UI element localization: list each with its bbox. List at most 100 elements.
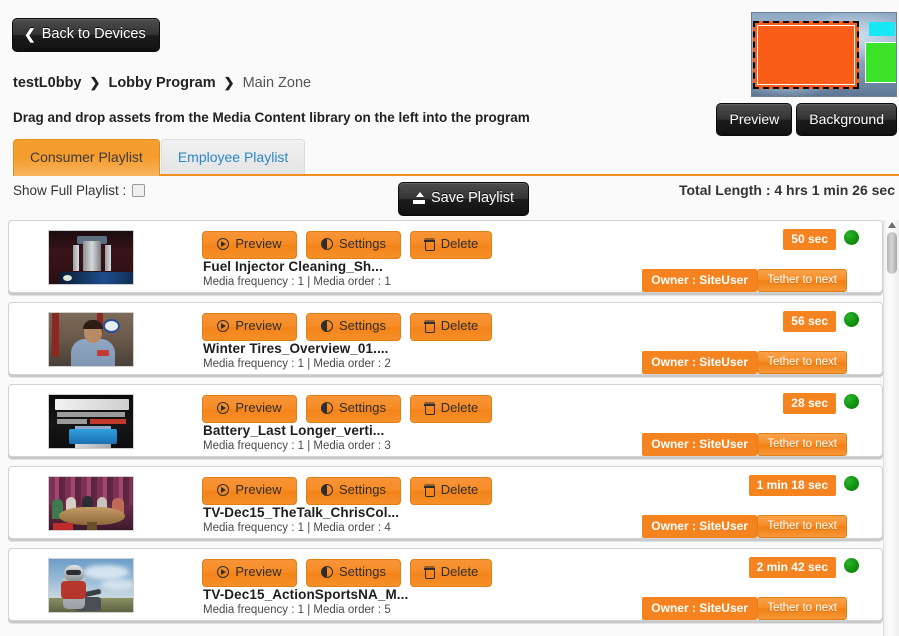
trash-icon <box>423 402 436 416</box>
item-owner-badge: Owner : SiteUser <box>642 515 757 538</box>
preview-panel-buttons: Preview Background <box>716 103 897 136</box>
item-status-indicator <box>844 476 859 491</box>
item-title: TV-Dec15_TheTalk_ChrisCol... <box>203 505 400 520</box>
item-settings-label: Settings <box>339 236 386 251</box>
item-settings-button[interactable]: Settings <box>306 559 401 587</box>
zone-main-selected[interactable] <box>753 21 859 89</box>
tab-consumer-playlist[interactable]: Consumer Playlist <box>13 139 160 176</box>
item-meta: Media frequency : 1 | Media order : 5 <box>203 604 391 616</box>
item-tether-button[interactable]: Tether to next <box>757 433 847 456</box>
trash-icon <box>423 484 436 498</box>
item-delete-button[interactable]: Delete <box>410 477 492 505</box>
contrast-icon <box>321 320 333 333</box>
zone-top-right[interactable] <box>869 22 895 36</box>
playlist-item[interactable]: Preview Settings Delete TV-Dec15_TheTalk_Ch… <box>8 466 883 539</box>
instructions-text: Drag and drop assets from the Media Cont… <box>13 110 530 125</box>
zone-bottom-right[interactable] <box>865 42 896 83</box>
playlist-tabs: Consumer Playlist Employee Playlist <box>13 139 306 176</box>
item-title: Battery_Last Longer_verti... <box>203 423 385 438</box>
item-settings-button[interactable]: Settings <box>306 231 401 259</box>
back-to-devices-button[interactable]: ❮ Back to Devices <box>12 18 160 52</box>
item-meta: Media frequency : 1 | Media order : 3 <box>203 440 391 452</box>
item-preview-button[interactable]: Preview <box>202 559 297 587</box>
play-icon <box>217 484 230 497</box>
total-length-text: Total Length : 4 hrs 1 min 26 sec <box>678 182 895 198</box>
item-delete-label: Delete <box>440 564 479 579</box>
play-icon <box>217 238 230 251</box>
show-full-playlist-checkbox[interactable] <box>132 184 146 197</box>
item-preview-button[interactable]: Preview <box>202 477 297 505</box>
item-owner-badge: Owner : SiteUser <box>642 597 757 620</box>
item-duration-badge: 2 min 42 sec <box>748 557 836 578</box>
item-owner-badge: Owner : SiteUser <box>642 433 757 456</box>
breadcrumb-program[interactable]: Lobby Program <box>108 75 215 91</box>
winter-tires-thumbnail <box>48 312 134 367</box>
item-tether-button[interactable]: Tether to next <box>757 597 847 620</box>
breadcrumb-zone: Main Zone <box>242 75 312 91</box>
zone-layout-canvas[interactable] <box>751 12 897 97</box>
preview-button[interactable]: Preview <box>716 103 793 136</box>
item-owner-badge: Owner : SiteUser <box>642 351 757 374</box>
item-duration-badge: 28 sec <box>783 393 836 414</box>
item-preview-button[interactable]: Preview <box>202 395 297 423</box>
item-tether-button[interactable]: Tether to next <box>757 351 847 374</box>
item-preview-label: Preview <box>235 482 282 497</box>
item-delete-button[interactable]: Delete <box>410 313 492 341</box>
item-preview-label: Preview <box>235 564 282 579</box>
playlist-item[interactable]: Preview Settings Delete Winter Tires_Overvi… <box>8 302 883 375</box>
zone-preview-panel: Preview Background <box>716 12 897 136</box>
breadcrumb: testL0bby ❯ Lobby Program ❯ Main Zone <box>13 75 311 91</box>
item-title: TV-Dec15_ActionSportsNA_M... <box>203 587 409 602</box>
background-button-label: Background <box>809 111 884 127</box>
playlist-scroll-area[interactable]: Preview Settings Delete Fuel Injector Clean… <box>8 220 899 636</box>
item-delete-label: Delete <box>440 318 479 333</box>
playlist-scrollbar[interactable] <box>883 220 899 636</box>
chevron-left-icon: ❮ <box>24 26 36 43</box>
item-settings-label: Settings <box>339 400 386 415</box>
row-action-buttons: Preview Settings Delete <box>202 395 492 423</box>
item-settings-button[interactable]: Settings <box>306 313 401 341</box>
background-button[interactable]: Background <box>796 103 897 136</box>
item-settings-button[interactable]: Settings <box>306 477 401 505</box>
item-settings-button[interactable]: Settings <box>306 395 401 423</box>
item-tether-button[interactable]: Tether to next <box>757 269 847 292</box>
item-delete-label: Delete <box>440 400 479 415</box>
play-icon <box>217 320 230 333</box>
item-status-indicator <box>844 558 859 573</box>
item-preview-label: Preview <box>235 318 282 333</box>
save-playlist-label: Save Playlist <box>431 190 515 206</box>
scrollbar-thumb[interactable] <box>887 232 897 274</box>
scroll-up-arrow-icon[interactable] <box>888 222 896 228</box>
item-duration-badge: 56 sec <box>783 311 836 332</box>
item-preview-label: Preview <box>235 236 282 251</box>
item-settings-label: Settings <box>339 482 386 497</box>
contrast-icon <box>321 566 333 579</box>
item-duration-badge: 1 min 18 sec <box>748 475 836 496</box>
item-delete-button[interactable]: Delete <box>410 559 492 587</box>
preview-button-label: Preview <box>729 111 780 127</box>
playlist-item[interactable]: Preview Settings Delete Fuel Injector Clean… <box>8 220 883 293</box>
playlist-item[interactable]: Preview Settings Delete Battery_Last Longer… <box>8 384 883 457</box>
row-action-buttons: Preview Settings Delete <box>202 477 492 505</box>
playlist-item[interactable]: Preview Settings Delete TV-Dec15_ActionSpor… <box>8 548 883 621</box>
item-preview-button[interactable]: Preview <box>202 313 297 341</box>
item-tether-button[interactable]: Tether to next <box>757 515 847 538</box>
breadcrumb-device[interactable]: testL0bby <box>13 75 82 91</box>
save-playlist-button[interactable]: Save Playlist <box>398 182 530 216</box>
item-status-indicator <box>844 312 859 327</box>
item-preview-button[interactable]: Preview <box>202 231 297 259</box>
contrast-icon <box>321 238 333 251</box>
row-action-buttons: Preview Settings Delete <box>202 559 492 587</box>
item-meta: Media frequency : 1 | Media order : 1 <box>203 276 391 288</box>
show-full-playlist-row: Show Full Playlist : <box>13 183 146 198</box>
show-full-playlist-label: Show Full Playlist : <box>13 183 127 198</box>
play-icon <box>217 402 230 415</box>
item-delete-button[interactable]: Delete <box>410 395 492 423</box>
tab-employee-playlist[interactable]: Employee Playlist <box>160 139 306 176</box>
item-delete-button[interactable]: Delete <box>410 231 492 259</box>
row-action-buttons: Preview Settings Delete <box>202 313 492 341</box>
fuel-injector-thumbnail <box>48 230 134 285</box>
trash-icon <box>423 320 436 334</box>
back-to-devices-label: Back to Devices <box>41 26 146 42</box>
trash-icon <box>423 238 436 252</box>
